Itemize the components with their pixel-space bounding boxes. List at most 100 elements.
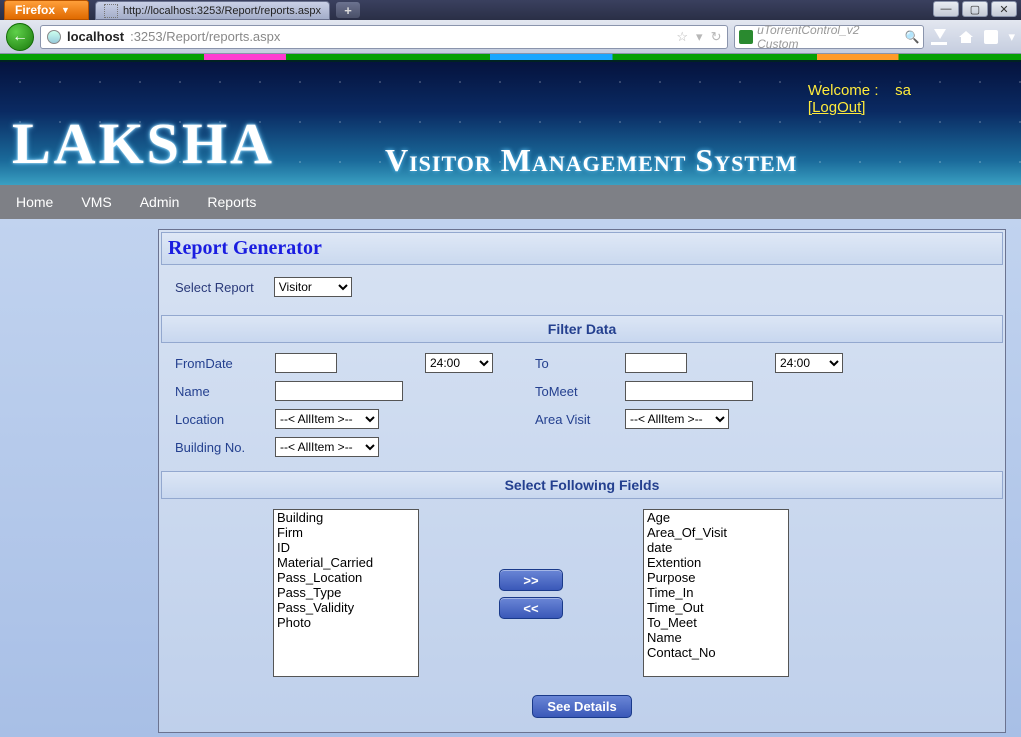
list-item[interactable]: Material_Carried bbox=[274, 555, 418, 570]
list-item[interactable]: Pass_Type bbox=[274, 585, 418, 600]
cell-to-time: 24:00 bbox=[775, 353, 855, 373]
dual-list: Building Firm ID Material_Carried Pass_L… bbox=[159, 499, 1005, 683]
label-building-no: Building No. bbox=[175, 440, 275, 455]
label-to: To bbox=[535, 356, 625, 371]
cell-from-time: 24:00 bbox=[425, 353, 535, 373]
building-no-select[interactable]: --< AllItem >-- bbox=[275, 437, 379, 457]
browser-tab[interactable]: http://localhost:3253/Report/reports.asp… bbox=[95, 1, 330, 20]
home-icon[interactable] bbox=[958, 29, 974, 45]
from-time-select[interactable]: 24:00 bbox=[425, 353, 493, 373]
list-item[interactable]: Area_Of_Visit bbox=[644, 525, 788, 540]
search-placeholder: uTorrentControl_v2 Custom bbox=[757, 23, 900, 51]
app-banner: LAKSHA Visitor Management System Welcome… bbox=[0, 60, 1021, 185]
list-item[interactable]: ID bbox=[274, 540, 418, 555]
list-item[interactable]: To_Meet bbox=[644, 615, 788, 630]
nav-home[interactable]: Home bbox=[16, 194, 53, 210]
cell-from-date bbox=[275, 353, 425, 373]
name-input[interactable] bbox=[275, 381, 403, 401]
logout-link[interactable]: [LogOut] bbox=[808, 99, 866, 116]
area-visit-select[interactable]: --< AllItem >-- bbox=[625, 409, 729, 429]
list-item[interactable]: Purpose bbox=[644, 570, 788, 585]
toolbar-icons: ▾ bbox=[930, 29, 1015, 45]
list-item[interactable]: Building bbox=[274, 510, 418, 525]
available-fields-listbox[interactable]: Building Firm ID Material_Carried Pass_L… bbox=[273, 509, 419, 677]
list-item[interactable]: date bbox=[644, 540, 788, 555]
bookmarks-icon[interactable] bbox=[984, 30, 998, 44]
nav-admin[interactable]: Admin bbox=[140, 194, 180, 210]
list-item[interactable]: Time_Out bbox=[644, 600, 788, 615]
cell-building-no: --< AllItem >-- bbox=[275, 437, 535, 457]
page-icon bbox=[104, 4, 118, 18]
list-item[interactable]: Extention bbox=[644, 555, 788, 570]
window-controls: — ▢ ✕ bbox=[933, 0, 1021, 20]
list-item[interactable]: Name bbox=[644, 630, 788, 645]
dropdown-icon[interactable]: ▾ bbox=[696, 29, 703, 45]
to-time-select[interactable]: 24:00 bbox=[775, 353, 843, 373]
transfer-buttons: >> << bbox=[499, 509, 563, 619]
list-item[interactable]: Time_In bbox=[644, 585, 788, 600]
add-field-button[interactable]: >> bbox=[499, 569, 563, 591]
label-from-date: FromDate bbox=[175, 356, 275, 371]
nav-reports[interactable]: Reports bbox=[207, 194, 256, 210]
new-tab-button[interactable]: + bbox=[336, 2, 360, 18]
cell-name bbox=[275, 381, 535, 401]
list-item[interactable]: Photo bbox=[274, 615, 418, 630]
page-body: Report Generator Select Report Visitor F… bbox=[0, 219, 1021, 737]
cell-to-date bbox=[625, 353, 775, 373]
list-item[interactable]: Age bbox=[644, 510, 788, 525]
cell-area-visit: --< AllItem >-- bbox=[625, 409, 855, 429]
url-bar[interactable]: localhost :3253/Report/reports.aspx ☆ ▾ ↻ bbox=[40, 25, 728, 49]
tomeet-input[interactable] bbox=[625, 381, 753, 401]
list-item[interactable]: Contact_No bbox=[644, 645, 788, 660]
welcome-box: Welcome : sa [LogOut] bbox=[808, 82, 911, 116]
firefox-menu-button[interactable]: Firefox ▼ bbox=[4, 0, 89, 20]
label-name: Name bbox=[175, 384, 275, 399]
minimize-button[interactable]: — bbox=[933, 1, 959, 17]
back-button[interactable]: ← bbox=[6, 23, 34, 51]
brand-subtitle: Visitor Management System bbox=[385, 142, 797, 179]
urlbar-right-icons: ☆ ▾ ↻ bbox=[676, 29, 721, 45]
label-area-visit: Area Visit bbox=[535, 412, 625, 427]
search-bar[interactable]: uTorrentControl_v2 Custom 🔍 bbox=[734, 25, 924, 49]
label-location: Location bbox=[175, 412, 275, 427]
globe-icon bbox=[47, 30, 61, 44]
location-select[interactable]: --< AllItem >-- bbox=[275, 409, 379, 429]
list-item[interactable]: Pass_Validity bbox=[274, 600, 418, 615]
select-report-row: Select Report Visitor bbox=[159, 267, 1005, 315]
maximize-button[interactable]: ▢ bbox=[962, 1, 988, 17]
panel-title: Report Generator bbox=[161, 232, 1003, 265]
cell-tomeet bbox=[625, 381, 855, 401]
chevron-down-icon: ▼ bbox=[61, 5, 70, 15]
select-report-dropdown[interactable]: Visitor bbox=[274, 277, 352, 297]
remove-field-button[interactable]: << bbox=[499, 597, 563, 619]
select-report-label: Select Report bbox=[175, 280, 254, 295]
label-tomeet: ToMeet bbox=[535, 384, 625, 399]
close-button[interactable]: ✕ bbox=[991, 1, 1017, 17]
main-nav: Home VMS Admin Reports bbox=[0, 185, 1021, 219]
downloads-icon[interactable] bbox=[930, 29, 948, 45]
welcome-label: Welcome : bbox=[808, 82, 879, 99]
search-engine-icon[interactable] bbox=[739, 30, 753, 44]
report-panel: Report Generator Select Report Visitor F… bbox=[158, 229, 1006, 733]
filter-grid: FromDate 24:00 To 24:00 Name bbox=[159, 343, 1005, 471]
reload-icon[interactable]: ↻ bbox=[711, 29, 722, 45]
welcome-user: sa bbox=[895, 82, 911, 99]
fields-header: Select Following Fields bbox=[161, 471, 1003, 499]
see-details-row: See Details bbox=[159, 683, 1005, 718]
selected-fields-listbox[interactable]: Age Area_Of_Visit date Extention Purpose… bbox=[643, 509, 789, 677]
firefox-menu-label: Firefox bbox=[15, 3, 55, 17]
url-host: localhost bbox=[67, 29, 124, 44]
url-path: :3253/Report/reports.aspx bbox=[130, 29, 280, 44]
list-item[interactable]: Firm bbox=[274, 525, 418, 540]
bookmark-star-icon[interactable]: ☆ bbox=[676, 29, 688, 45]
search-icon[interactable]: 🔍 bbox=[905, 30, 920, 44]
filter-header: Filter Data bbox=[161, 315, 1003, 343]
see-details-button[interactable]: See Details bbox=[532, 695, 631, 718]
to-date-input[interactable] bbox=[625, 353, 687, 373]
tab-title: http://localhost:3253/Report/reports.asp… bbox=[123, 5, 321, 17]
toolbar-dropdown-icon[interactable]: ▾ bbox=[1008, 29, 1015, 45]
browser-toolbar: ← localhost :3253/Report/reports.aspx ☆ ▾… bbox=[0, 20, 1021, 54]
from-date-input[interactable] bbox=[275, 353, 337, 373]
list-item[interactable]: Pass_Location bbox=[274, 570, 418, 585]
nav-vms[interactable]: VMS bbox=[81, 194, 111, 210]
